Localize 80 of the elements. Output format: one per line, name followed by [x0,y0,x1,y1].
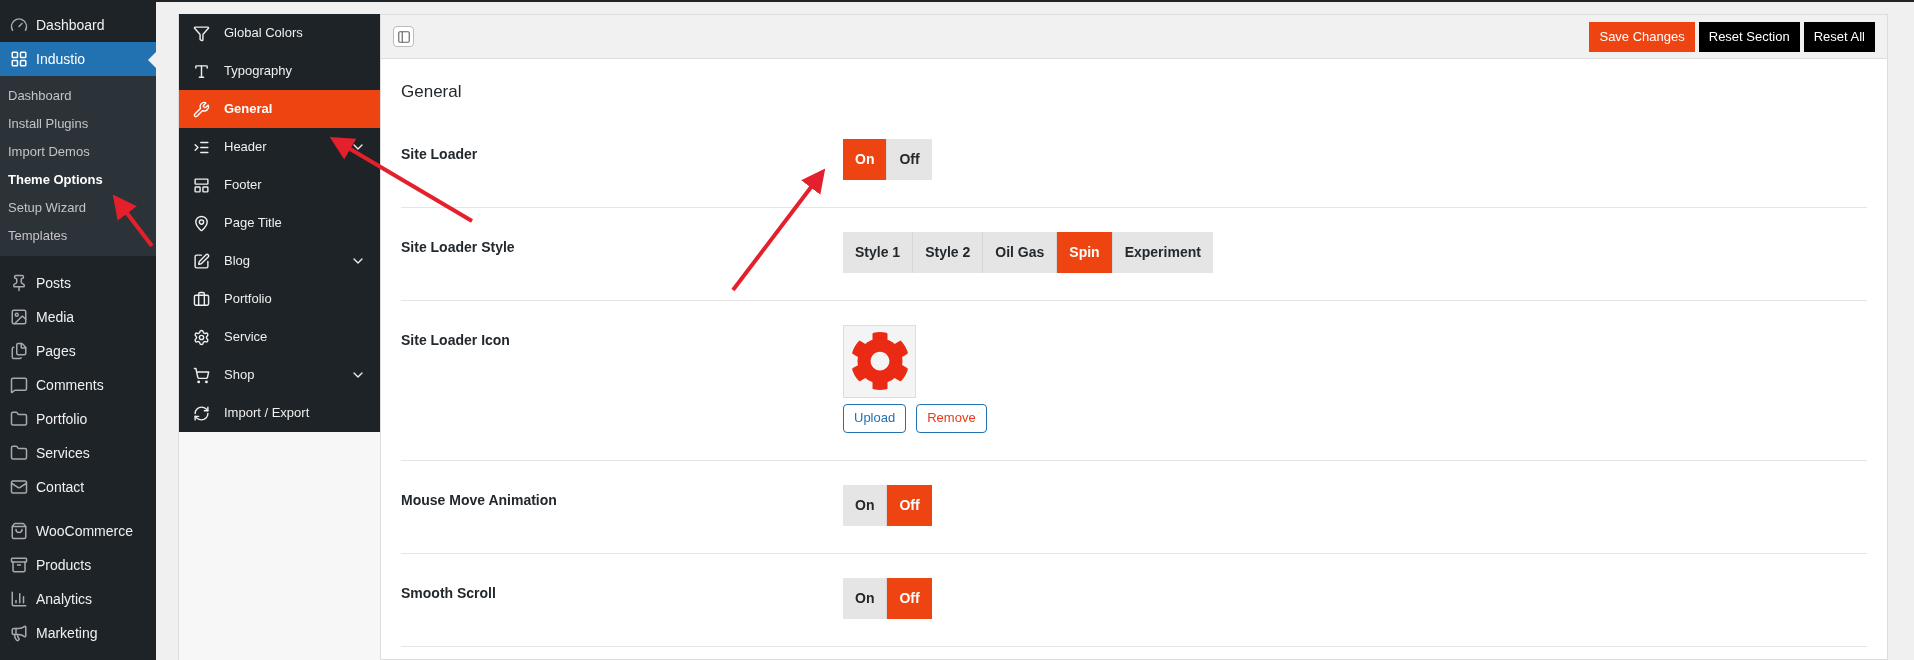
folder-icon [10,410,28,428]
cart-icon [193,366,210,384]
field-label: Mouse Move Animation [401,490,558,510]
submenu-item[interactable]: Setup Wizard [0,194,156,222]
option-button[interactable]: On [843,484,888,526]
briefcase-icon [193,290,210,308]
admin-menu-item[interactable]: Contact [0,470,156,504]
option-button[interactable]: Style 2 [913,231,984,273]
toolbar-button[interactable]: Reset Section [1698,21,1800,52]
annotation-arrow [112,194,154,248]
current-pointer-icon [148,52,156,68]
option-button[interactable]: Off [887,138,932,180]
wrench-icon [193,100,210,118]
submenu-item[interactable]: Dashboard [0,82,156,110]
gear-icon [849,331,910,391]
options-menu-item[interactable]: Footer [179,166,380,204]
upload-button[interactable]: Upload [843,403,907,433]
archive-icon [10,556,28,574]
admin-menu-item[interactable]: Products [0,548,156,582]
media-icon [10,308,28,326]
edit-icon [193,252,210,270]
options-menu-item[interactable]: Import / Export [179,394,380,432]
refresh-icon [193,404,210,422]
options-menu-item[interactable]: Portfolio [179,280,380,318]
panel-icon [396,29,411,44]
section-title: General [401,81,463,103]
toolbar-button[interactable]: Reset All [1803,21,1875,52]
option-button[interactable]: Off [887,484,932,526]
options-menu-item[interactable]: Header [179,128,380,166]
remove-button[interactable]: Remove [916,403,987,433]
filter-icon [193,24,210,42]
options-menu-item[interactable]: Page Title [179,204,380,242]
submenu-item[interactable]: Theme Options [0,166,156,194]
submenu-item[interactable]: Templates [0,222,156,250]
admin-menu-item[interactable]: Industio [0,42,156,76]
admin-menu-item[interactable]: Portfolio [0,402,156,436]
option-button[interactable]: On [843,138,888,180]
field-label: Site Loader Style [401,237,516,257]
comment-icon [10,376,28,394]
admin-menu-item[interactable]: Marketing [0,616,156,650]
options-menu-item[interactable]: Blog [179,242,380,280]
admin-menu-item[interactable]: Services [0,436,156,470]
admin-menu-item[interactable]: Dashboard [0,8,156,42]
pin-icon [10,274,28,292]
options-menu-item[interactable]: Service [179,318,380,356]
options-menu-item[interactable]: Typography [179,52,380,90]
option-button[interactable]: Experiment [1112,231,1213,273]
option-button[interactable]: Off [887,577,932,619]
submenu-item[interactable]: Install Plugins [0,110,156,138]
text-icon [193,62,210,80]
dashboard-icon [10,16,28,34]
layout-icon [193,176,210,194]
admin-menu-item[interactable]: Posts [0,266,156,300]
map-pin-icon [193,214,210,232]
admin-menu-item[interactable]: WooCommerce [0,514,156,548]
field-label: Site Loader Icon [401,330,511,350]
options-menu-item[interactable]: Global Colors [179,14,380,52]
grid-icon [10,50,28,68]
admin-menu-item[interactable]: Analytics [0,582,156,616]
option-button[interactable]: Oil Gas [983,231,1058,273]
options-menu-item[interactable]: Shop [179,356,380,394]
admin-menu-item[interactable]: Pages [0,334,156,368]
option-button[interactable]: Spin [1057,231,1113,273]
field-label: Site Loader [401,144,479,164]
admin-menu-item[interactable]: Comments [0,368,156,402]
bar-chart-icon [10,590,28,608]
settings-icon [193,328,210,346]
option-button[interactable]: On [843,577,888,619]
options-menu-item[interactable]: General [179,90,380,128]
submenu-item[interactable]: Import Demos [0,138,156,166]
bag-icon [10,522,28,540]
layout-toggle-button[interactable] [393,26,414,47]
admin-menu-item[interactable]: Media [0,300,156,334]
folder-icon [10,444,28,462]
pages-icon [10,342,28,360]
field-label: Smooth Scroll [401,583,497,603]
option-button[interactable]: Style 1 [843,231,914,273]
toolbar-button[interactable]: Save Changes [1589,21,1695,52]
mail-icon [10,478,28,496]
megaphone-icon [10,624,28,642]
